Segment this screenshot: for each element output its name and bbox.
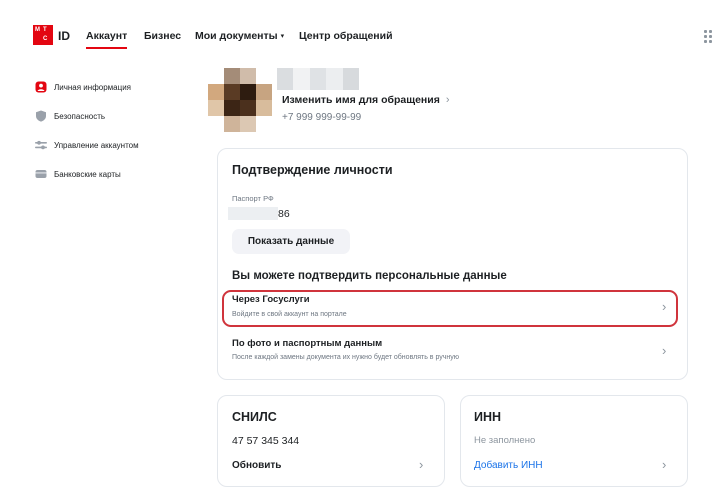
sidebar-item-bank-cards[interactable]: Банковские карты [35, 167, 121, 181]
gosuslugi-highlight-frame [222, 290, 678, 327]
chevron-right-icon: › [445, 94, 450, 106]
top-navigation: М Т С ID Аккаунт Бизнес Мои документы ▾ Ц… [0, 0, 713, 70]
logo-letter-2: Т [43, 27, 47, 33]
photo-passport-option-subtitle: После каждой замены документа их нужно б… [232, 354, 460, 361]
passport-value: 86 [278, 208, 290, 220]
user-icon [35, 81, 47, 93]
sidebar-item-label: Личная информация [54, 82, 132, 92]
nav-support-center[interactable]: Центр обращений [299, 30, 393, 42]
chevron-right-icon: › [662, 343, 667, 358]
passport-redacted [228, 207, 278, 220]
nav-my-documents-label: Мои документы [195, 30, 278, 42]
phone-number: +7 999 999-99-99 [282, 112, 362, 123]
mts-logo[interactable]: М Т С [33, 25, 53, 45]
apps-grid-icon[interactable] [704, 30, 713, 43]
logo-letter-1: М [35, 27, 40, 33]
nav-my-documents[interactable]: Мои документы ▾ [195, 30, 284, 42]
user-name-redacted [277, 68, 359, 90]
snils-update-button: Обновить [232, 460, 282, 471]
snils-value: 47 57 345 344 [232, 435, 300, 447]
logo-id-text: ID [58, 29, 70, 43]
chevron-right-icon[interactable]: › [662, 457, 666, 472]
identity-card-title: Подтверждение личности [232, 163, 393, 177]
sidebar-item-label: Безопасность [54, 111, 106, 121]
change-name-link[interactable]: Изменить имя для обращения › [282, 94, 450, 106]
photo-passport-option-title: По фото и паспортным данным [232, 338, 383, 349]
shield-icon [35, 110, 47, 122]
card-icon [35, 168, 47, 180]
sidebar-item-label: Управление аккаунтом [54, 140, 139, 150]
nav-active-indicator [86, 47, 127, 49]
avatar[interactable] [208, 68, 272, 132]
sidebar-item-account-management[interactable]: Управление аккаунтом [35, 138, 139, 152]
inn-title: ИНН [474, 410, 502, 424]
sliders-icon [35, 139, 47, 151]
inn-status: Не заполнено [474, 435, 536, 446]
chevron-down-icon: ▾ [280, 33, 285, 40]
sidebar-item-label: Банковские карты [54, 169, 121, 179]
show-data-button[interactable]: Показать данные [232, 229, 350, 254]
sidebar-item-security[interactable]: Безопасность [35, 109, 105, 123]
nav-business[interactable]: Бизнес [144, 30, 181, 42]
sidebar-item-personal-info[interactable]: Личная информация [35, 80, 131, 94]
add-inn-link[interactable]: Добавить ИНН [474, 460, 543, 471]
chevron-right-icon: › [419, 457, 424, 472]
change-name-label: Изменить имя для обращения [282, 94, 440, 106]
passport-label: Паспорт РФ [232, 194, 274, 203]
snils-title: СНИЛС [232, 410, 277, 424]
logo-letter-3: С [43, 36, 48, 42]
nav-account[interactable]: Аккаунт [86, 30, 127, 42]
confirm-personal-data-title: Вы можете подтвердить персональные данны… [232, 270, 507, 282]
